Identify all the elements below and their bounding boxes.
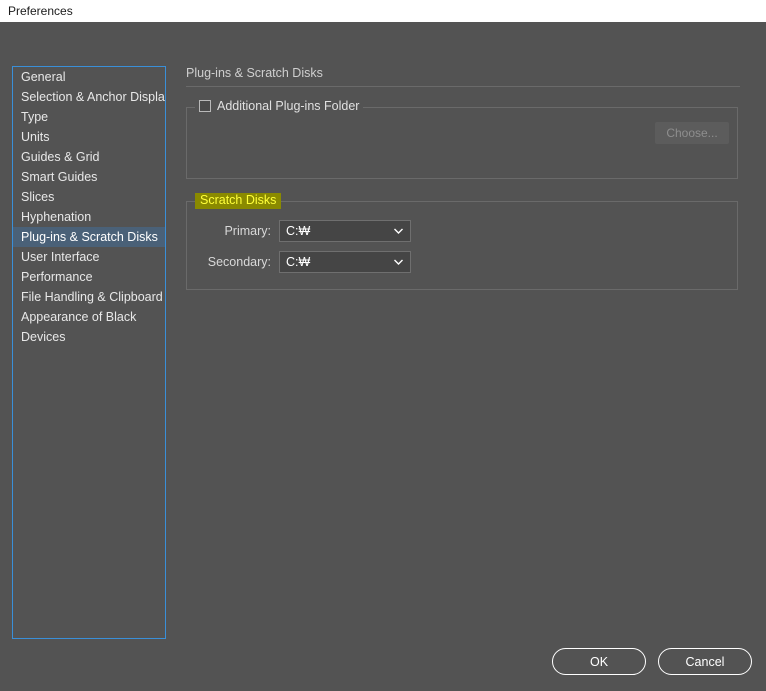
title-bar: Preferences: [0, 0, 766, 22]
additional-plugins-folder-option[interactable]: Additional Plug-ins Folder: [195, 99, 364, 113]
sidebar-item-units[interactable]: Units: [13, 127, 165, 147]
primary-scratch-disk-dropdown[interactable]: C:₩: [279, 220, 411, 242]
sidebar-item-appearance-of-black[interactable]: Appearance of Black: [13, 307, 165, 327]
sidebar-item-guides-grid[interactable]: Guides & Grid: [13, 147, 165, 167]
sidebar-item-type[interactable]: Type: [13, 107, 165, 127]
content-panel: Plug-ins & Scratch Disks Additional Plug…: [186, 66, 740, 290]
sidebar-item-plug-ins-scratch-disks[interactable]: Plug-ins & Scratch Disks: [13, 227, 165, 247]
ok-button[interactable]: OK: [552, 648, 646, 675]
sidebar-item-file-handling-clipboard[interactable]: File Handling & Clipboard: [13, 287, 165, 307]
preferences-category-list[interactable]: General Selection & Anchor Display Type Uni…: [12, 66, 166, 639]
preferences-dialog: General Selection & Anchor Display Type Uni…: [0, 22, 766, 691]
sidebar-item-performance[interactable]: Performance: [13, 267, 165, 287]
page-title: Plug-ins & Scratch Disks: [186, 66, 323, 80]
sidebar-item-smart-guides[interactable]: Smart Guides: [13, 167, 165, 187]
chevron-down-icon: [394, 228, 403, 234]
additional-plugins-folder-label: Additional Plug-ins Folder: [217, 99, 360, 113]
plugins-group-box: Additional Plug-ins Folder Choose...: [186, 100, 738, 179]
sidebar-item-devices[interactable]: Devices: [13, 327, 165, 347]
chevron-down-icon: [394, 259, 403, 265]
secondary-label: Secondary:: [207, 255, 271, 269]
header-divider: [186, 86, 740, 87]
dialog-footer: OK Cancel: [552, 648, 752, 675]
scratch-disks-legend: Scratch Disks: [195, 193, 282, 209]
cancel-button[interactable]: Cancel: [658, 648, 752, 675]
secondary-scratch-disk-row: Secondary: C:₩: [197, 251, 737, 273]
secondary-scratch-disk-value: C:₩: [286, 255, 311, 269]
choose-button[interactable]: Choose...: [655, 122, 729, 144]
sidebar-item-general[interactable]: General: [13, 67, 165, 87]
primary-scratch-disk-value: C:₩: [286, 224, 311, 238]
window-title: Preferences: [8, 4, 73, 18]
sidebar-item-user-interface[interactable]: User Interface: [13, 247, 165, 267]
additional-plugins-folder-checkbox[interactable]: [199, 100, 211, 113]
sidebar-item-hyphenation[interactable]: Hyphenation: [13, 207, 165, 227]
primary-scratch-disk-row: Primary: C:₩: [197, 220, 737, 242]
secondary-scratch-disk-dropdown[interactable]: C:₩: [279, 251, 411, 273]
sidebar-item-slices[interactable]: Slices: [13, 187, 165, 207]
sidebar-item-selection-anchor-display[interactable]: Selection & Anchor Display: [13, 87, 165, 107]
primary-label: Primary:: [224, 224, 271, 238]
scratch-disks-group-box: Scratch Disks Primary: C:₩ Secondary: C:…: [186, 193, 738, 290]
